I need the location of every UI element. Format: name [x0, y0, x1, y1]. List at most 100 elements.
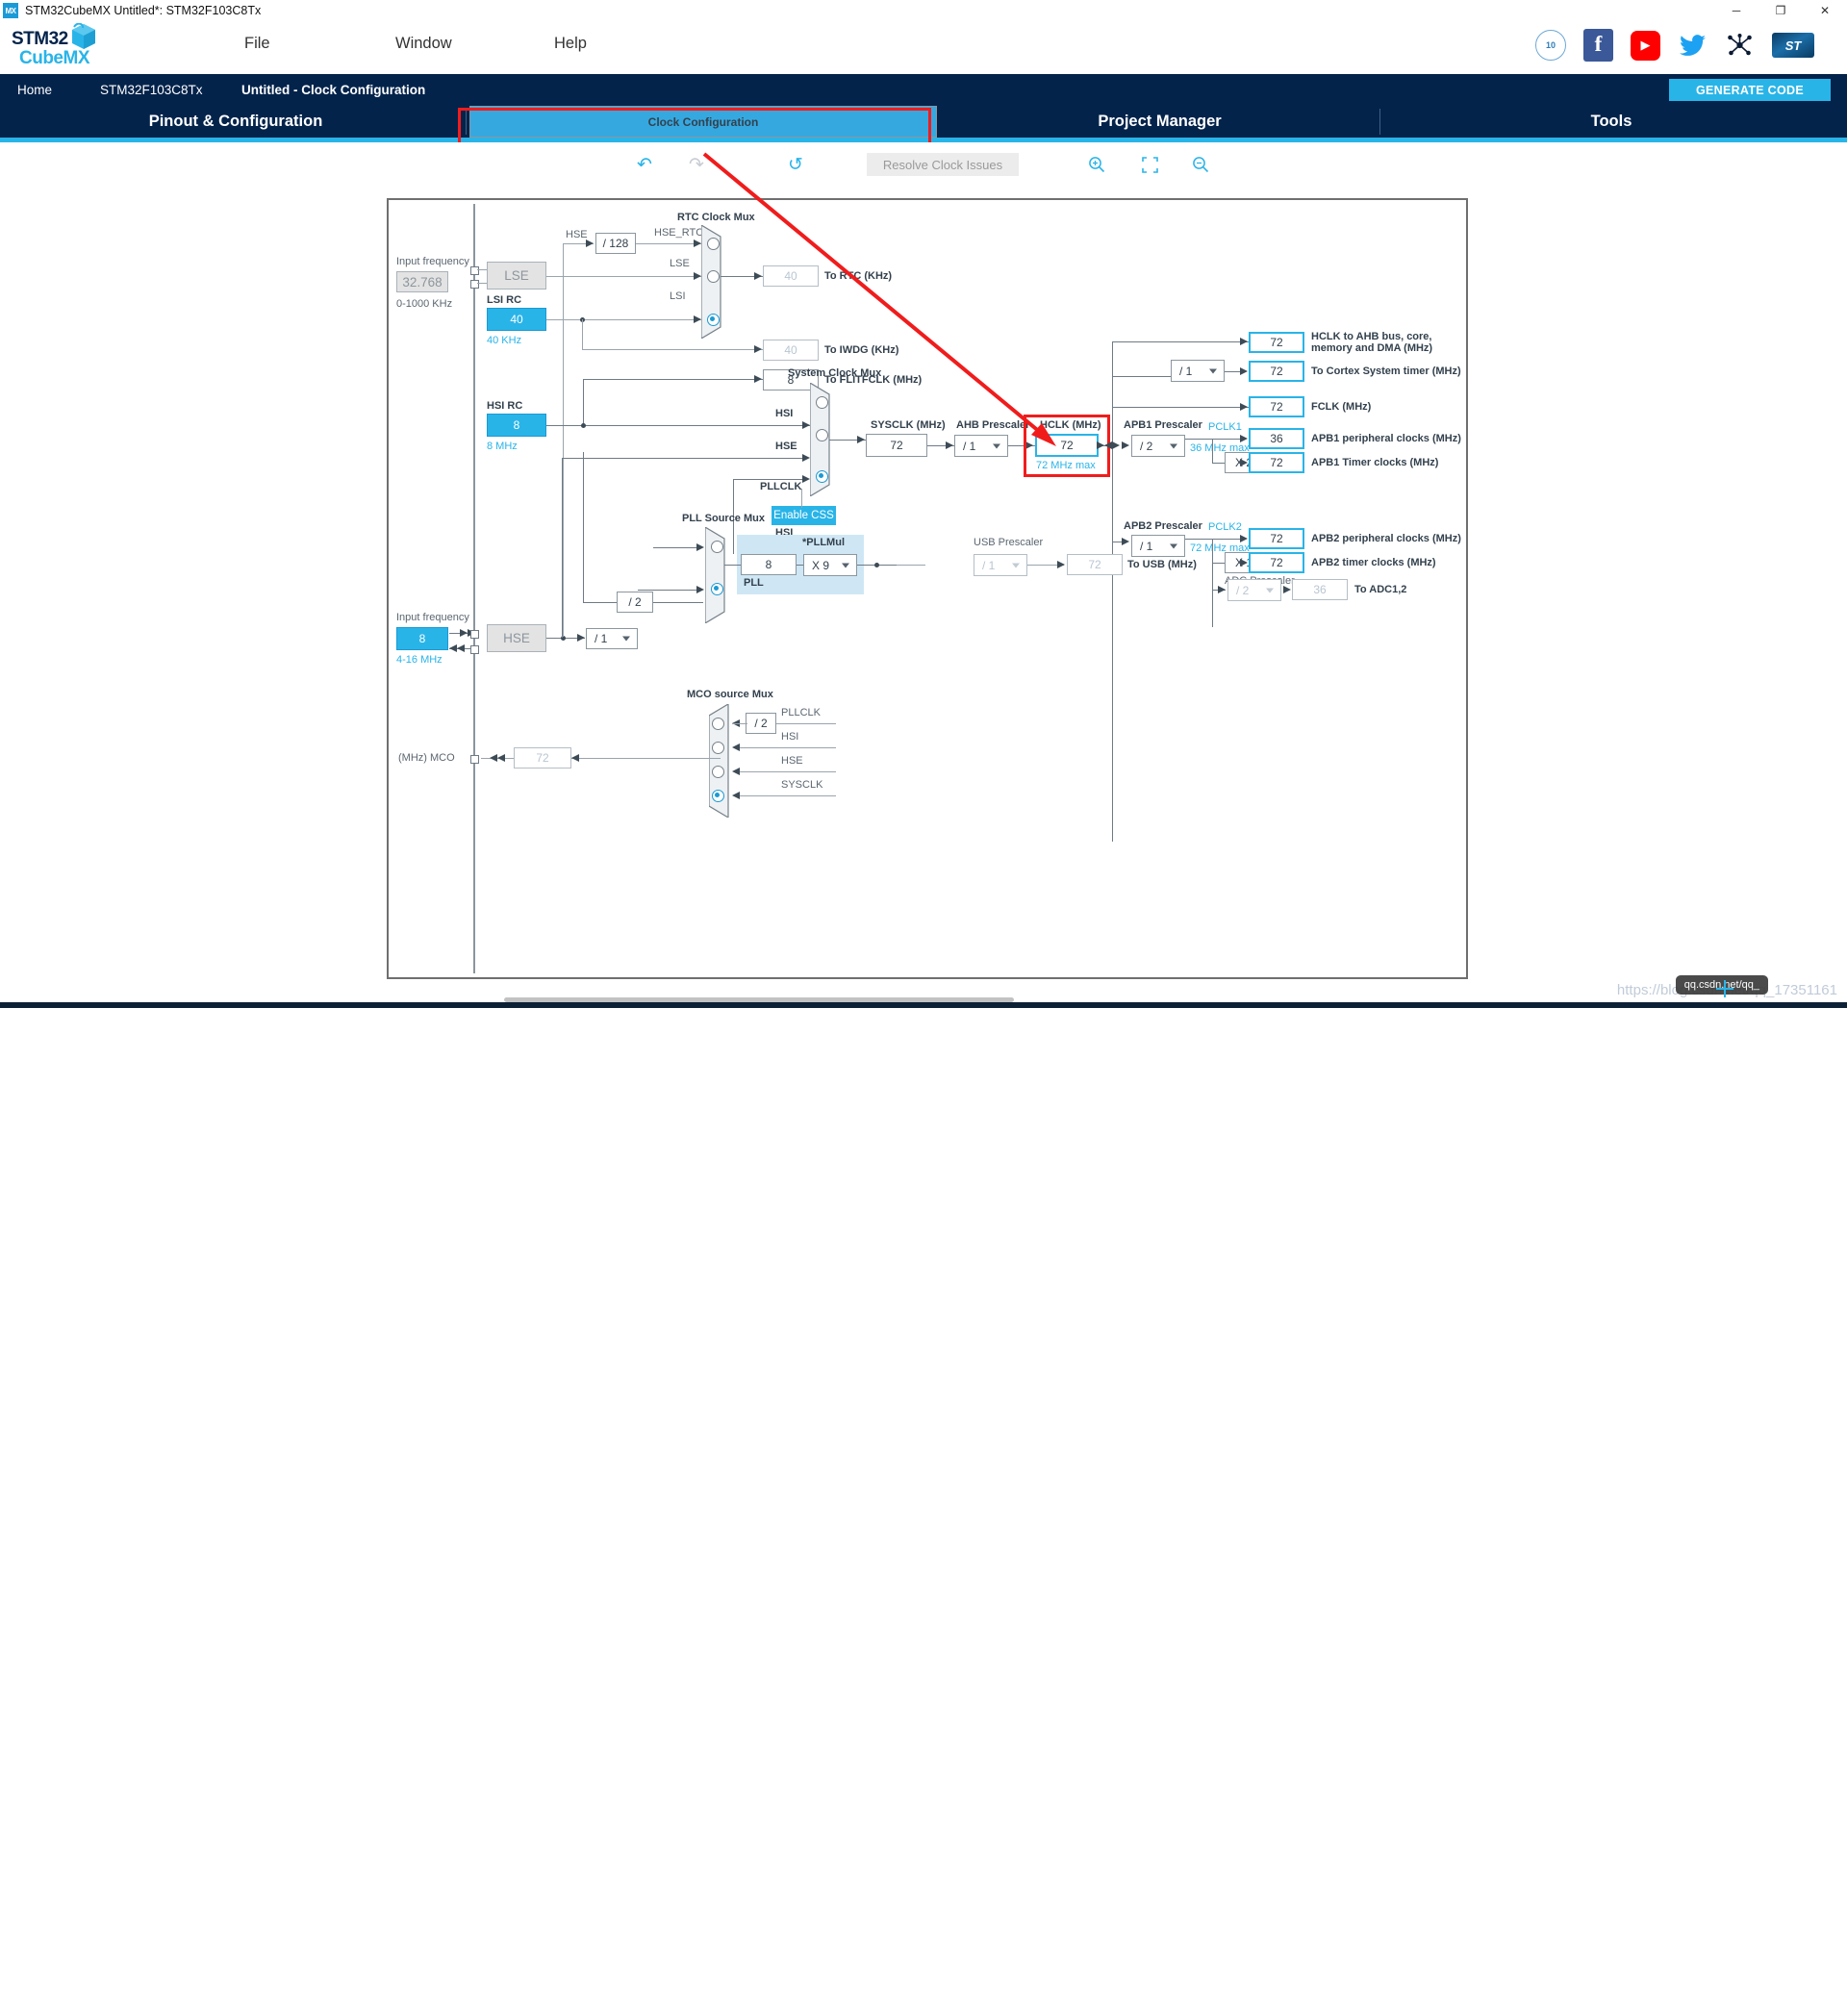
to-usb-field[interactable]: 72: [1067, 554, 1123, 575]
output-apb1-periph-label: APB1 peripheral clocks (MHz): [1311, 433, 1461, 444]
tab-pinout-configuration[interactable]: Pinout & Configuration: [10, 106, 462, 138]
output-adc-field[interactable]: 36: [1292, 579, 1348, 600]
undo-button[interactable]: ↶: [632, 152, 657, 177]
mco-output-field[interactable]: 72: [514, 747, 571, 769]
output-apb2-periph-label: APB2 peripheral clocks (MHz): [1311, 533, 1461, 544]
hsi-div2-vertical: [583, 478, 585, 603]
output-fclk-field[interactable]: 72: [1249, 396, 1304, 417]
sysclk-label: SYSCLK (MHz): [871, 419, 946, 431]
to-iwdg-field[interactable]: 40: [763, 340, 819, 361]
lse-oscillator-box[interactable]: LSE: [487, 262, 546, 290]
hse-arrow-in-1: [460, 629, 468, 637]
pllclk-to-sysclk-wire: [733, 479, 802, 481]
lse-pin-1[interactable]: [470, 266, 479, 275]
hse-arrow-back-2: [457, 644, 465, 652]
menu-help[interactable]: Help: [554, 35, 587, 53]
hsi-unit-label: 8 MHz: [487, 441, 518, 452]
mco-out-wire: [571, 758, 721, 760]
pll-in-wire: [724, 565, 742, 567]
output-apb1-timer-field[interactable]: 72: [1249, 452, 1304, 473]
mco-mux-radio-hsi[interactable]: [712, 742, 724, 754]
flitfclk-arrow: [754, 375, 762, 383]
generate-code-button[interactable]: GENERATE CODE: [1669, 79, 1831, 101]
rtc-mux-radio-lsi[interactable]: [707, 314, 720, 326]
resolve-clock-issues-button[interactable]: Resolve Clock Issues: [867, 153, 1019, 176]
rtc-mux-in0-arrow: [694, 239, 701, 247]
zoom-in-icon[interactable]: [1084, 152, 1109, 177]
breadcrumb-device[interactable]: STM32F103C8Tx: [100, 74, 203, 106]
hse-pin-1[interactable]: [470, 630, 479, 639]
sysclk-field[interactable]: 72: [866, 434, 927, 457]
clock-tree-canvas[interactable]: Input frequency 32.768 0-1000 KHz LSE LS…: [387, 198, 1468, 979]
mco-hse-wire: [735, 771, 836, 773]
maximize-button[interactable]: ❐: [1758, 0, 1803, 21]
apb1-prescaler-select[interactable]: / 2: [1131, 435, 1185, 457]
sysclk-mux-pll-arrow: [802, 475, 810, 483]
mco-mux-radio-pllclk[interactable]: [712, 718, 724, 730]
hsi-value-field[interactable]: 8: [487, 414, 546, 437]
pllmul-select[interactable]: X 9: [803, 554, 857, 576]
hse-oscillator-box[interactable]: HSE: [487, 624, 546, 652]
lse-pin-2[interactable]: [470, 280, 479, 289]
rtc-lsi-wire: [546, 319, 701, 321]
enable-css-button[interactable]: Enable CSS: [772, 506, 836, 525]
twitter-icon[interactable]: [1678, 31, 1708, 61]
usb-prescaler-select[interactable]: / 1: [974, 554, 1027, 576]
pll-mux-radio-hse[interactable]: [711, 583, 723, 595]
apb2-prescaler-select[interactable]: / 1: [1131, 535, 1185, 557]
sysclk-mux-radio-pllclk[interactable]: [816, 470, 828, 483]
output-cortex-timer-field[interactable]: 72: [1249, 361, 1304, 382]
facebook-icon[interactable]: f: [1583, 29, 1613, 62]
output-apb1-periph-field[interactable]: 36: [1249, 428, 1304, 449]
rtc-mux-radio-lse[interactable]: [707, 270, 720, 283]
redo-button[interactable]: ↷: [684, 152, 709, 177]
fit-to-screen-icon[interactable]: [1137, 152, 1162, 177]
rtc-hse-rtc-wire: [636, 243, 701, 245]
apb1-prescaler-label: APB1 Prescaler: [1124, 419, 1202, 431]
breadcrumb-home[interactable]: Home: [17, 74, 52, 106]
mco-out-arrow-1: [571, 754, 579, 762]
output-apb2-timer-field[interactable]: 72: [1249, 552, 1304, 573]
mco-mux-radio-hse[interactable]: [712, 766, 724, 778]
lsi-value-field[interactable]: 40: [487, 308, 546, 331]
output-hclk-ahb-field[interactable]: 72: [1249, 332, 1304, 353]
adc-out-arrow: [1283, 586, 1291, 593]
tab-project-manager[interactable]: Project Manager: [941, 106, 1379, 138]
hse-pin-2[interactable]: [470, 645, 479, 654]
apb1-timer-arrow: [1240, 459, 1248, 466]
tab-tools[interactable]: Tools: [1385, 106, 1837, 138]
mco-pin[interactable]: [470, 755, 479, 764]
output-cortex-timer-label: To Cortex System timer (MHz): [1311, 365, 1461, 377]
lse-input-frequency-field[interactable]: 32.768: [396, 271, 448, 292]
menu-window[interactable]: Window: [395, 35, 452, 53]
cortex-timer-prescaler-select[interactable]: / 1: [1171, 360, 1225, 382]
hsi-div2-wire: [583, 602, 618, 604]
rtc-lse-label: LSE: [670, 258, 690, 269]
adc-prescaler-value: / 2: [1236, 583, 1250, 597]
ahb-prescaler-select[interactable]: / 1: [954, 435, 1008, 457]
pll-mux-radio-hsi[interactable]: [711, 541, 723, 553]
ahb-out1-wire: [1112, 341, 1249, 343]
pll-input-field[interactable]: 8: [741, 554, 797, 575]
rtc-mux-radio-hse-rtc[interactable]: [707, 238, 720, 250]
sysclk-mux-radio-hse[interactable]: [816, 429, 828, 441]
minimize-button[interactable]: ─: [1714, 0, 1758, 21]
lse-range-label: 0-1000 KHz: [396, 298, 453, 310]
pllmul-label: *PLLMul: [802, 537, 845, 548]
lse-wire-2: [477, 283, 487, 284]
youtube-icon[interactable]: ▶: [1631, 30, 1660, 61]
rtc-hse-rtc-label: HSE_RTC: [654, 227, 704, 239]
reset-button[interactable]: ↺: [783, 152, 808, 177]
zoom-out-icon[interactable]: [1188, 152, 1213, 177]
close-button[interactable]: ✕: [1803, 0, 1847, 21]
network-icon[interactable]: [1725, 31, 1755, 61]
to-rtc-field[interactable]: 40: [763, 265, 819, 287]
menu-file[interactable]: File: [244, 35, 270, 53]
hse-pll-prescaler-select[interactable]: / 1: [586, 628, 638, 649]
apb1-timer-wire-a: [1212, 463, 1226, 465]
sysclk-mux-radio-hsi[interactable]: [816, 396, 828, 409]
adc-prescaler-select[interactable]: / 2: [1227, 579, 1281, 601]
output-apb2-periph-field[interactable]: 72: [1249, 528, 1304, 549]
mco-mux-radio-sysclk[interactable]: [712, 790, 724, 802]
hse-input-frequency-field[interactable]: 8: [396, 627, 448, 650]
